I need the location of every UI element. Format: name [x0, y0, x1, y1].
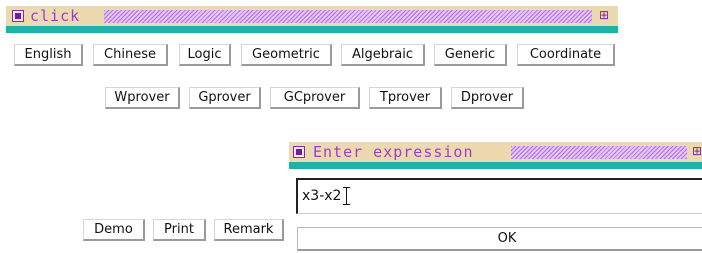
demo-button[interactable]: Demo: [83, 219, 145, 241]
expression-input-box[interactable]: [296, 178, 702, 214]
ok-button[interactable]: OK: [297, 227, 702, 251]
dialog-title: Enter expression: [313, 143, 474, 161]
dprover-button[interactable]: Dprover: [451, 87, 524, 109]
titlebar-stripes: [511, 146, 687, 159]
main-window-title: click: [30, 7, 81, 25]
close-box-icon[interactable]: [12, 10, 24, 22]
main-window-titlebar[interactable]: click ⊞: [6, 6, 618, 33]
tprover-button[interactable]: Tprover: [369, 87, 442, 109]
remark-button[interactable]: Remark: [214, 219, 284, 241]
geometric-button[interactable]: Geometric: [241, 44, 332, 66]
logic-button[interactable]: Logic: [179, 44, 231, 66]
i-beam-cursor-icon: [343, 187, 353, 205]
chinese-button[interactable]: Chinese: [93, 44, 168, 66]
titlebar-stripes: [104, 10, 592, 23]
maximize-icon[interactable]: ⊞: [691, 145, 702, 158]
gcprover-button[interactable]: GCprover: [270, 87, 360, 109]
dialog-accent-bar: [289, 162, 702, 169]
english-button[interactable]: English: [14, 44, 83, 66]
maximize-icon[interactable]: ⊞: [598, 9, 610, 22]
coordinate-button[interactable]: Coordinate: [517, 44, 615, 66]
generic-button[interactable]: Generic: [434, 44, 507, 66]
expression-input[interactable]: [302, 186, 682, 206]
titlebar-accent-bar: [6, 26, 618, 33]
algebraic-button[interactable]: Algebraic: [341, 44, 425, 66]
gprover-button[interactable]: Gprover: [189, 87, 261, 109]
print-button[interactable]: Print: [153, 219, 206, 241]
wprover-button[interactable]: Wprover: [105, 87, 180, 109]
close-box-icon[interactable]: [293, 146, 305, 158]
dialog-titlebar[interactable]: Enter expression ⊞: [289, 142, 702, 169]
